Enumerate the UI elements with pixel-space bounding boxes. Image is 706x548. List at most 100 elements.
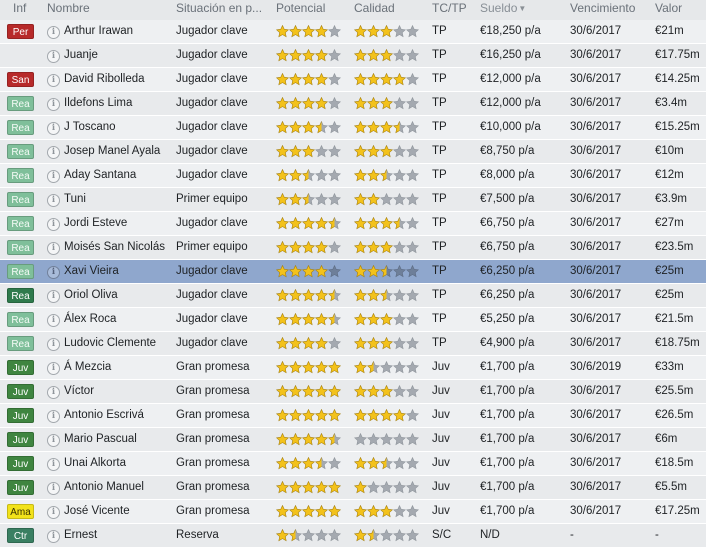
column-header-valor[interactable]: Valor bbox=[655, 0, 682, 20]
player-row[interactable]: Juv i Antonio Escrivá Gran promesa Juv €… bbox=[0, 404, 706, 428]
info-icon[interactable]: i bbox=[47, 194, 60, 207]
column-header-inf[interactable]: Inf bbox=[13, 0, 26, 20]
info-icon[interactable]: i bbox=[47, 530, 60, 543]
player-row[interactable]: Rea i Oriol Oliva Jugador clave TP €6,25… bbox=[0, 284, 706, 308]
status-badge[interactable]: Ctr bbox=[7, 528, 34, 543]
player-name[interactable]: Tuni bbox=[64, 188, 174, 211]
player-row[interactable]: Ctr i Ernest Reserva S/C N/D - - bbox=[0, 524, 706, 548]
info-icon[interactable]: i bbox=[47, 506, 60, 519]
status-badge[interactable]: Rea bbox=[7, 336, 34, 351]
column-header-tctp[interactable]: TC/TP bbox=[432, 0, 467, 20]
column-header-nombre[interactable]: Nombre bbox=[47, 0, 90, 20]
info-icon[interactable]: i bbox=[47, 458, 60, 471]
potential-rating bbox=[276, 505, 341, 518]
column-header-situacion[interactable]: Situación en p... bbox=[176, 0, 262, 20]
info-icon[interactable]: i bbox=[47, 434, 60, 447]
info-icon[interactable]: i bbox=[47, 50, 60, 63]
player-row[interactable]: Rea i Jordi Esteve Jugador clave TP €6,7… bbox=[0, 212, 706, 236]
player-row[interactable]: Rea i Ildefons Lima Jugador clave TP €12… bbox=[0, 92, 706, 116]
info-icon[interactable]: i bbox=[47, 98, 60, 111]
status-badge[interactable]: Juv bbox=[7, 384, 34, 399]
status-badge[interactable]: Rea bbox=[7, 96, 34, 111]
column-header-potencial[interactable]: Potencial bbox=[276, 0, 325, 20]
value: - bbox=[655, 529, 659, 541]
player-name[interactable]: Aday Santana bbox=[64, 164, 174, 187]
player-row[interactable]: Ama i José Vicente Gran promesa Juv €1,7… bbox=[0, 500, 706, 524]
status-badge[interactable]: Rea bbox=[7, 216, 34, 231]
player-row[interactable]: Rea i J Toscano Jugador clave TP €10,000… bbox=[0, 116, 706, 140]
player-name[interactable]: David Ribolleda bbox=[64, 68, 174, 91]
status-badge[interactable]: Juv bbox=[7, 408, 34, 423]
column-header-vencimiento[interactable]: Vencimiento bbox=[570, 0, 635, 20]
player-row[interactable]: Rea i Ludovic Clemente Jugador clave TP … bbox=[0, 332, 706, 356]
player-row[interactable]: Juv i Antonio Manuel Gran promesa Juv €1… bbox=[0, 476, 706, 500]
player-name[interactable]: Á Mezcia bbox=[64, 356, 174, 379]
info-icon[interactable]: i bbox=[47, 410, 60, 423]
info-icon[interactable]: i bbox=[47, 362, 60, 375]
player-name[interactable]: Juanje bbox=[64, 44, 174, 67]
star-icon bbox=[354, 241, 367, 254]
status-badge[interactable]: San bbox=[7, 72, 34, 87]
player-row[interactable]: Rea i Álex Roca Jugador clave TP €5,250 … bbox=[0, 308, 706, 332]
player-row[interactable]: Per i Arthur Irawan Jugador clave TP €18… bbox=[0, 20, 706, 44]
info-icon[interactable]: i bbox=[47, 290, 60, 303]
player-name[interactable]: Álex Roca bbox=[64, 308, 174, 331]
player-name[interactable]: Moisés San Nicolás bbox=[64, 236, 174, 259]
info-icon[interactable]: i bbox=[47, 170, 60, 183]
status-badge[interactable]: Juv bbox=[7, 480, 34, 495]
player-name[interactable]: Unai Alkorta bbox=[64, 452, 174, 475]
player-row[interactable]: Juv i Á Mezcia Gran promesa Juv €1,700 p… bbox=[0, 356, 706, 380]
info-icon[interactable]: i bbox=[47, 218, 60, 231]
info-icon[interactable]: i bbox=[47, 266, 60, 279]
player-row[interactable]: i Juanje Jugador clave TP €16,250 p/a 30… bbox=[0, 44, 706, 68]
player-name[interactable]: Ildefons Lima bbox=[64, 92, 174, 115]
player-name[interactable]: J Toscano bbox=[64, 116, 174, 139]
player-name[interactable]: Ludovic Clemente bbox=[64, 332, 174, 355]
info-icon[interactable]: i bbox=[47, 338, 60, 351]
player-row[interactable]: Rea i Aday Santana Jugador clave TP €8,0… bbox=[0, 164, 706, 188]
player-name[interactable]: Arthur Irawan bbox=[64, 20, 174, 43]
info-icon[interactable]: i bbox=[47, 26, 60, 39]
status-badge[interactable]: Rea bbox=[7, 168, 34, 183]
info-icon[interactable]: i bbox=[47, 482, 60, 495]
info-icon[interactable]: i bbox=[47, 146, 60, 159]
info-icon[interactable]: i bbox=[47, 122, 60, 135]
player-name[interactable]: Antonio Escrivá bbox=[64, 404, 174, 427]
player-name[interactable]: José Vicente bbox=[64, 500, 174, 523]
player-row[interactable]: Rea i Xavi Vieira Jugador clave TP €6,25… bbox=[0, 260, 706, 284]
player-name[interactable]: Ernest bbox=[64, 524, 174, 547]
status-badge[interactable]: Ama bbox=[7, 504, 34, 519]
info-icon[interactable]: i bbox=[47, 242, 60, 255]
status-badge[interactable]: Rea bbox=[7, 192, 34, 207]
status-badge[interactable]: Rea bbox=[7, 264, 34, 279]
status-badge[interactable]: Rea bbox=[7, 240, 34, 255]
star-icon bbox=[380, 265, 393, 278]
player-name[interactable]: Jordi Esteve bbox=[64, 212, 174, 235]
player-name[interactable]: Mario Pascual bbox=[64, 428, 174, 451]
player-row[interactable]: Juv i Víctor Gran promesa Juv €1,700 p/a… bbox=[0, 380, 706, 404]
player-row[interactable]: Rea i Josep Manel Ayala Jugador clave TP… bbox=[0, 140, 706, 164]
info-icon[interactable]: i bbox=[47, 314, 60, 327]
info-icon[interactable]: i bbox=[47, 386, 60, 399]
status-badge[interactable]: Rea bbox=[7, 288, 34, 303]
status-badge[interactable]: Juv bbox=[7, 456, 34, 471]
status-badge[interactable]: Juv bbox=[7, 432, 34, 447]
status-badge[interactable]: Rea bbox=[7, 312, 34, 327]
column-header-sueldo[interactable]: Sueldo▼ bbox=[480, 0, 526, 20]
player-row[interactable]: San i David Ribolleda Jugador clave TP €… bbox=[0, 68, 706, 92]
player-name[interactable]: Josep Manel Ayala bbox=[64, 140, 174, 163]
status-badge[interactable]: Rea bbox=[7, 120, 34, 135]
player-row[interactable]: Rea i Tuni Primer equipo TP €7,500 p/a 3… bbox=[0, 188, 706, 212]
player-name[interactable]: Xavi Vieira bbox=[64, 260, 174, 283]
player-name[interactable]: Antonio Manuel bbox=[64, 476, 174, 499]
status-badge[interactable]: Rea bbox=[7, 144, 34, 159]
info-icon[interactable]: i bbox=[47, 74, 60, 87]
status-badge[interactable]: Per bbox=[7, 24, 34, 39]
column-header-calidad[interactable]: Calidad bbox=[354, 0, 395, 20]
player-name[interactable]: Oriol Oliva bbox=[64, 284, 174, 307]
player-row[interactable]: Rea i Moisés San Nicolás Primer equipo T… bbox=[0, 236, 706, 260]
player-row[interactable]: Juv i Unai Alkorta Gran promesa Juv €1,7… bbox=[0, 452, 706, 476]
player-row[interactable]: Juv i Mario Pascual Gran promesa Juv €1,… bbox=[0, 428, 706, 452]
player-name[interactable]: Víctor bbox=[64, 380, 174, 403]
status-badge[interactable]: Juv bbox=[7, 360, 34, 375]
